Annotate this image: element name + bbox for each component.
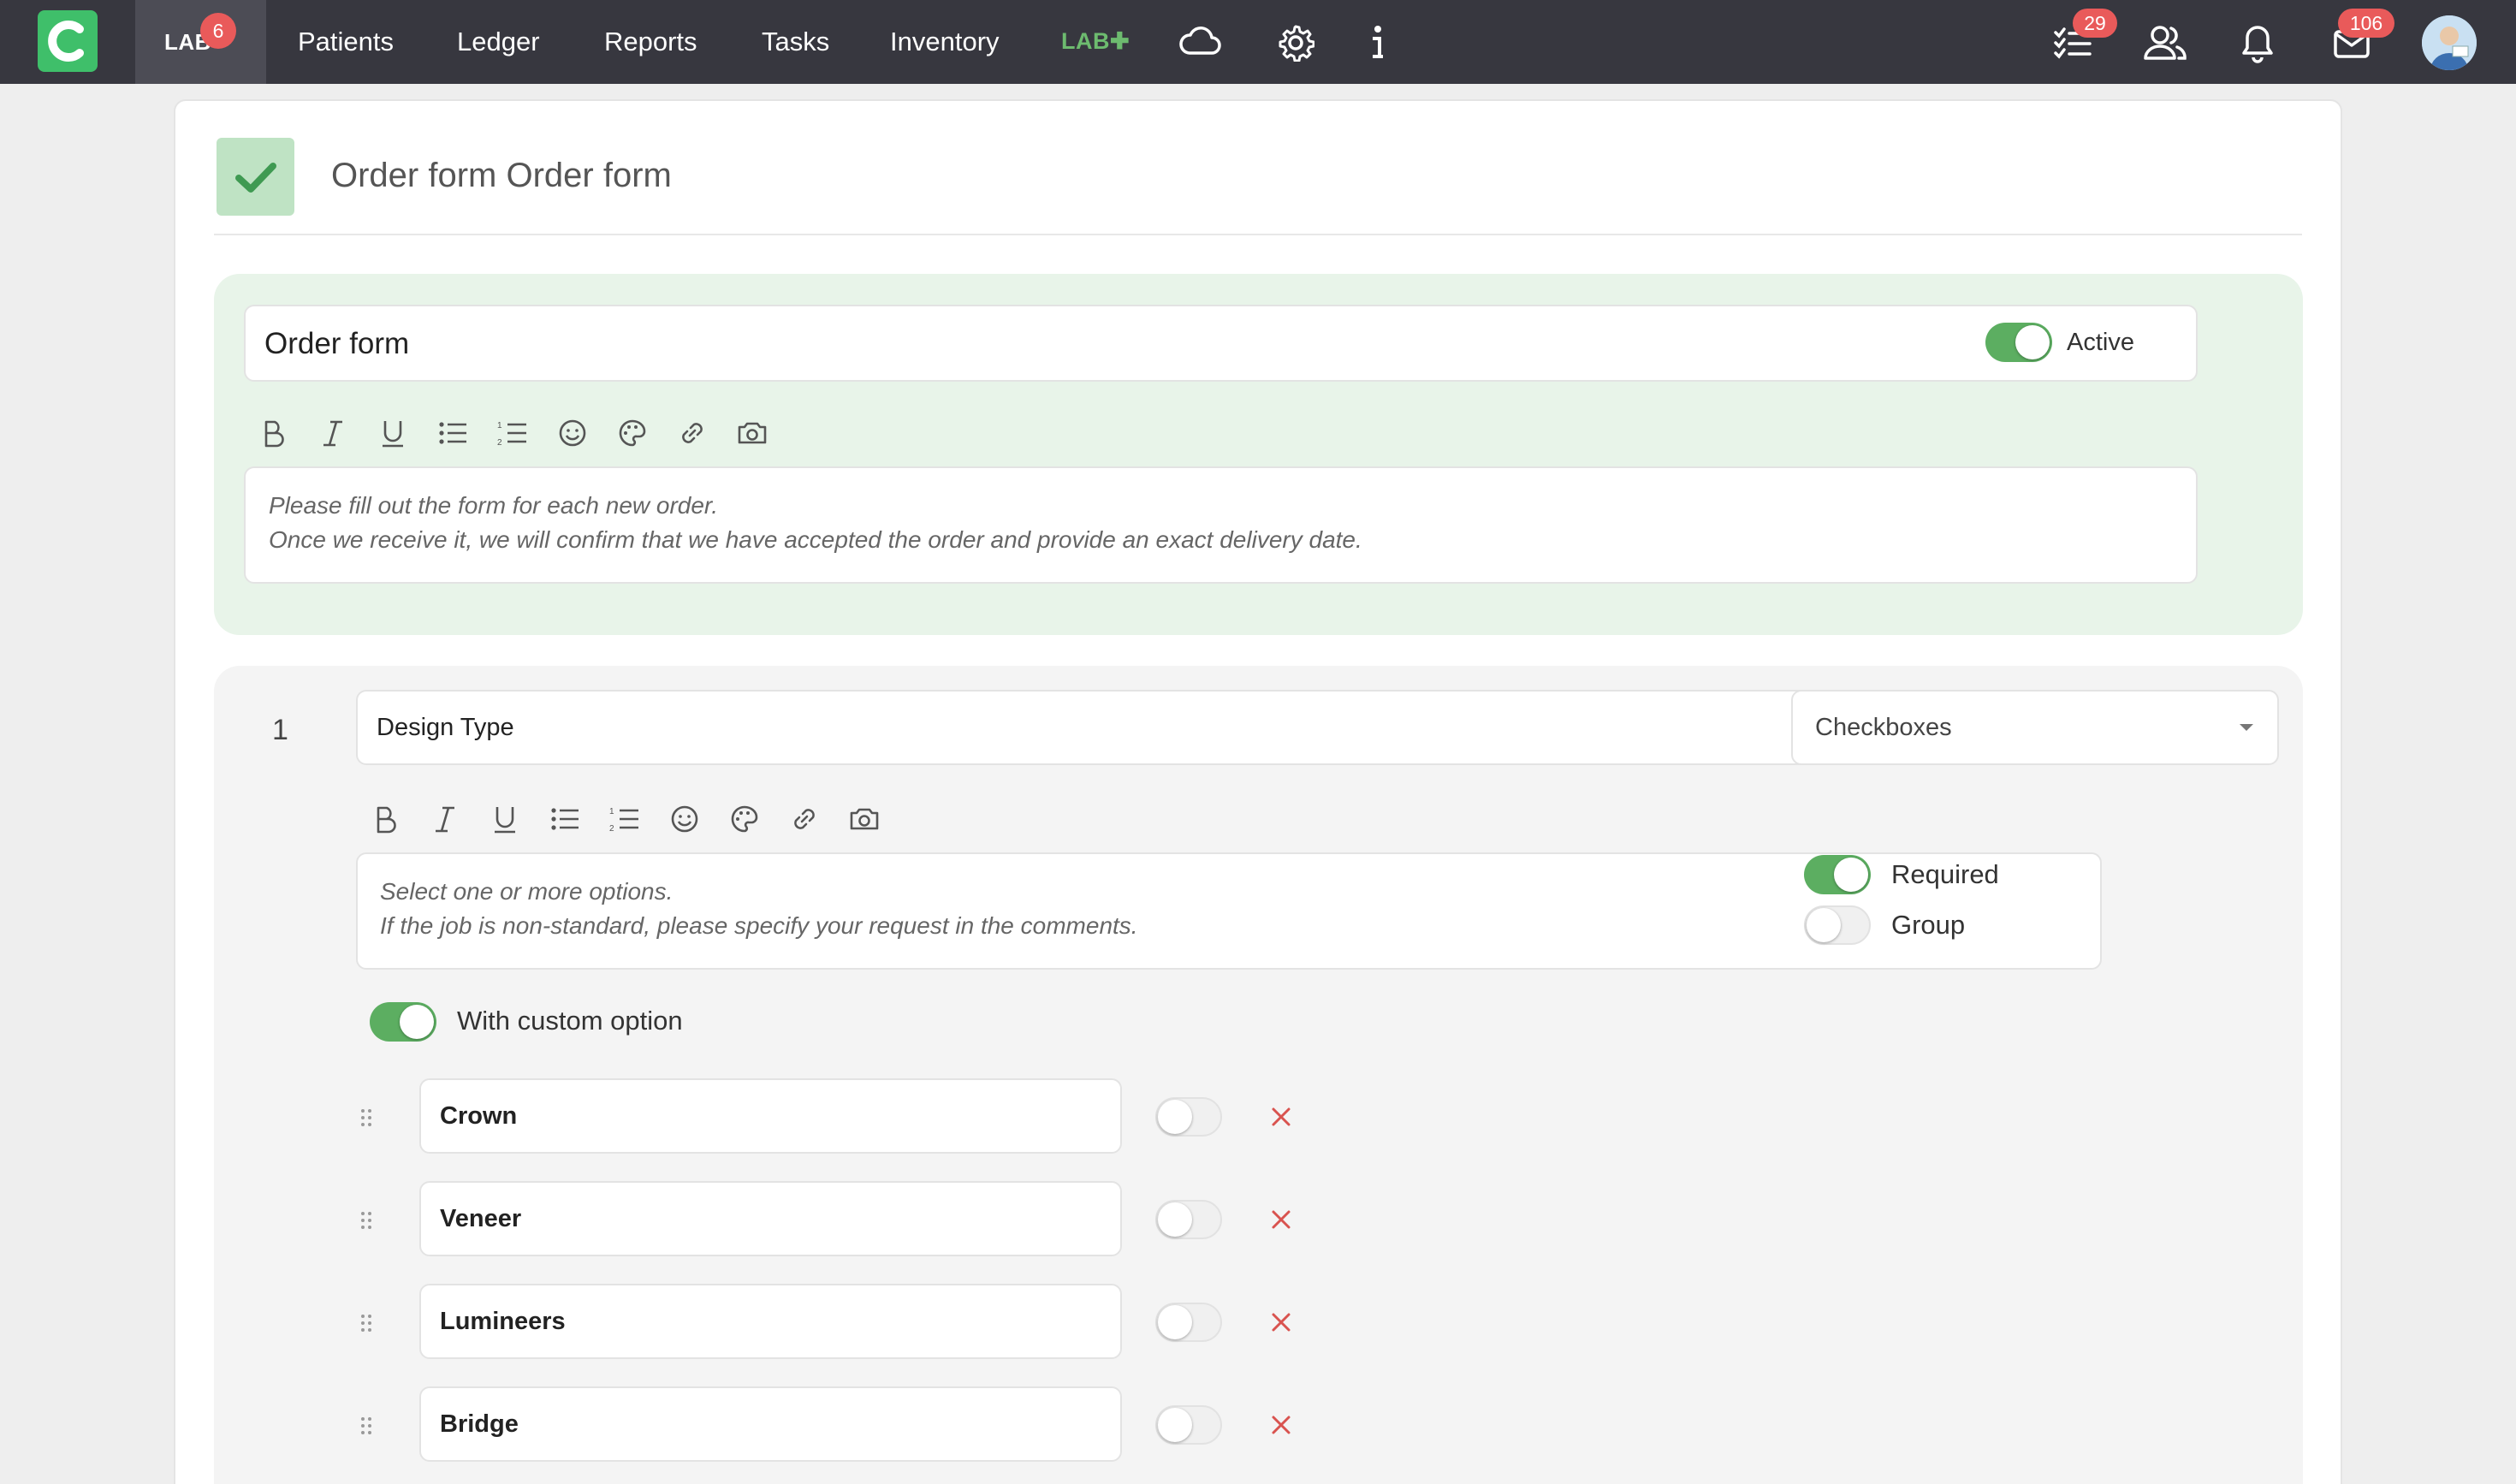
cloud-icon[interactable] [1178, 24, 1222, 58]
toggle-knob [1158, 1408, 1192, 1442]
app-logo[interactable] [38, 10, 98, 72]
numbered-list-icon[interactable]: 12 [606, 800, 644, 838]
question-description-line-1: Select one or more options. [380, 878, 674, 905]
toggle-knob [400, 1005, 434, 1039]
delete-option-icon[interactable] [1270, 1311, 1292, 1333]
option-toggle[interactable] [1155, 1303, 1222, 1342]
group-toggle[interactable] [1804, 905, 1871, 945]
delete-option-icon[interactable] [1270, 1414, 1292, 1436]
toggle-knob [1834, 858, 1868, 892]
toggle-knob [1158, 1305, 1192, 1339]
custom-option-label: With custom option [457, 1006, 683, 1036]
question-description-toolbar: 12 [366, 800, 897, 838]
nav-item-inventory[interactable]: Inventory [890, 27, 1000, 57]
drag-handle-icon[interactable] [358, 1313, 375, 1333]
question-type-value: Checkboxes [1815, 714, 1952, 741]
toggle-knob [1158, 1100, 1192, 1134]
required-toggle[interactable] [1804, 855, 1871, 894]
option-toggle[interactable] [1155, 1200, 1222, 1239]
emoji-icon[interactable] [554, 414, 591, 452]
question-description-line-2: If the job is non-standard, please speci… [380, 912, 1138, 939]
group-label: Group [1891, 910, 1966, 940]
form-description-toolbar: 12 [254, 414, 785, 452]
page-title: Order form Order form [331, 157, 672, 194]
nav-item-reports[interactable]: Reports [604, 27, 697, 57]
toggle-knob [1807, 908, 1841, 942]
nav-item-tasks[interactable]: Tasks [762, 27, 829, 57]
form-description-text: Please fill out the form for each new or… [269, 489, 1362, 557]
option-input-veneer[interactable]: Veneer [419, 1181, 1122, 1256]
option-input-crown[interactable]: Crown [419, 1078, 1122, 1154]
form-active-toggle[interactable] [1985, 323, 2052, 362]
underline-icon[interactable] [486, 800, 524, 838]
bold-icon[interactable] [254, 414, 292, 452]
users-icon[interactable] [2143, 24, 2187, 62]
underline-icon[interactable] [374, 414, 412, 452]
drag-handle-icon[interactable] [358, 1107, 375, 1128]
numbered-list-icon[interactable]: 12 [494, 414, 531, 452]
option-toggle[interactable] [1155, 1097, 1222, 1137]
tasks-badge: 29 [2073, 9, 2117, 38]
option-input-lumineers[interactable]: Lumineers [419, 1284, 1122, 1359]
option-label: Veneer [440, 1205, 522, 1232]
info-icon[interactable] [1366, 24, 1390, 62]
chevron-down-icon [2240, 724, 2253, 731]
option-label: Lumineers [440, 1308, 566, 1335]
italic-icon[interactable] [426, 800, 464, 838]
svg-text:2: 2 [497, 438, 502, 448]
delete-option-icon[interactable] [1270, 1106, 1292, 1128]
bell-icon[interactable] [2240, 24, 2275, 63]
form-name-input[interactable]: Order form [244, 305, 2198, 382]
option-input-bridge[interactable]: Bridge [419, 1386, 1122, 1462]
user-avatar[interactable] [2422, 15, 2477, 70]
toggle-knob [1158, 1202, 1192, 1237]
delete-option-icon[interactable] [1270, 1208, 1292, 1231]
logo-c-icon [48, 21, 84, 62]
link-icon[interactable] [786, 800, 823, 838]
bullet-list-icon[interactable] [434, 414, 472, 452]
drag-handle-icon[interactable] [358, 1210, 375, 1231]
title-divider [214, 234, 2302, 235]
question-title-value: Design Type [377, 714, 514, 741]
question-panel [214, 666, 2303, 1484]
form-description-editor[interactable]: Please fill out the form for each new or… [244, 466, 2198, 584]
option-label: Crown [440, 1102, 518, 1130]
drag-handle-icon[interactable] [358, 1416, 375, 1436]
nav-item-ledger[interactable]: Ledger [457, 27, 540, 57]
form-status-check [217, 138, 294, 216]
question-number: 1 [272, 714, 288, 746]
lab-notification-badge: 6 [200, 13, 236, 49]
italic-icon[interactable] [314, 414, 352, 452]
camera-icon[interactable] [846, 800, 883, 838]
question-description-text: Select one or more options. If the job i… [380, 875, 1138, 943]
bullet-list-icon[interactable] [546, 800, 584, 838]
form-active-label: Active [2067, 329, 2134, 356]
emoji-icon[interactable] [666, 800, 703, 838]
camera-icon[interactable] [733, 414, 771, 452]
svg-text:1: 1 [497, 421, 502, 430]
nav-item-patients[interactable]: Patients [298, 27, 394, 57]
toggle-knob [2015, 325, 2050, 359]
svg-text:2: 2 [609, 824, 614, 834]
avatar-image [2422, 15, 2477, 70]
nav-tab-lab[interactable]: LAB 6 [135, 0, 266, 84]
messages-badge: 106 [2338, 9, 2394, 38]
gear-icon[interactable] [1277, 24, 1314, 62]
question-type-select[interactable]: Checkboxes [1791, 690, 2279, 765]
palette-icon[interactable] [726, 800, 763, 838]
form-name-value: Order form [264, 327, 410, 360]
palette-icon[interactable] [614, 414, 651, 452]
nav-item-lab-plus[interactable]: LAB✚ [1061, 28, 1130, 55]
bold-icon[interactable] [366, 800, 404, 838]
option-label: Bridge [440, 1410, 519, 1438]
checkmark-icon [235, 163, 276, 193]
link-icon[interactable] [674, 414, 711, 452]
form-description-line-1: Please fill out the form for each new or… [269, 492, 718, 519]
custom-option-toggle[interactable] [370, 1002, 436, 1042]
required-label: Required [1891, 859, 1999, 889]
option-toggle[interactable] [1155, 1405, 1222, 1445]
top-navigation-bar: LAB 6 Patients Ledger Reports Tasks Inve… [0, 0, 2516, 84]
svg-text:1: 1 [609, 807, 614, 816]
form-description-line-2: Once we receive it, we will confirm that… [269, 526, 1362, 553]
